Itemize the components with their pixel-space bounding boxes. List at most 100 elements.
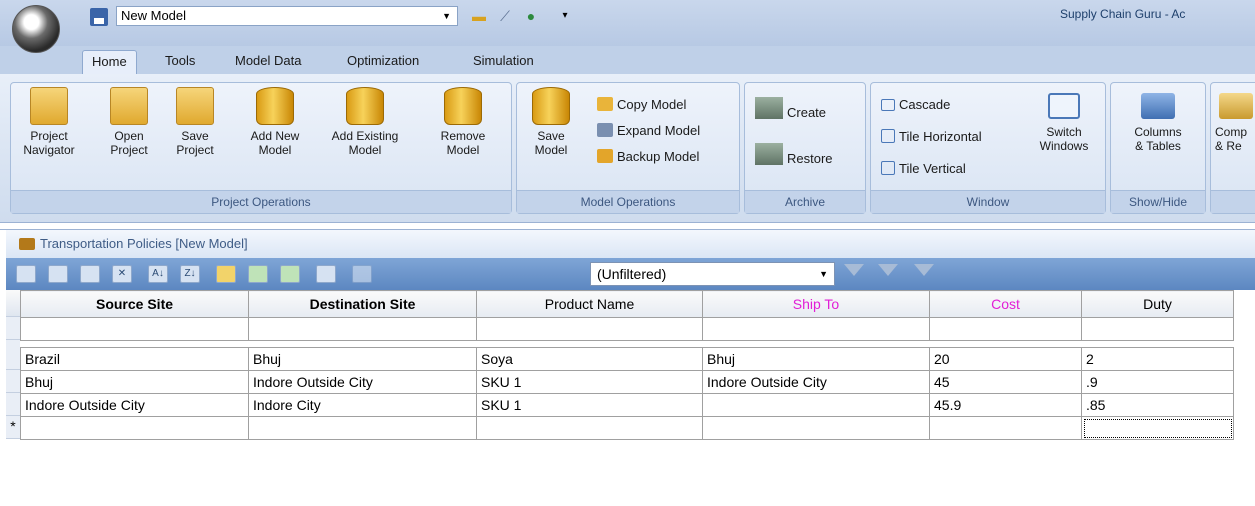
- quick-save-icon[interactable]: [90, 8, 108, 26]
- table-cell[interactable]: Soya: [476, 347, 703, 371]
- header-row: Source Site Destination Site Product Nam…: [20, 290, 1234, 318]
- table-cell[interactable]: 45: [929, 370, 1082, 394]
- calculator-icon[interactable]: [316, 265, 336, 283]
- table-cell[interactable]: SKU 1: [476, 393, 703, 417]
- row-header[interactable]: [6, 347, 20, 370]
- document-title-bar: Transportation Policies [New Model]: [6, 230, 1255, 258]
- table-cell[interactable]: [20, 416, 249, 440]
- append-row-icon[interactable]: [48, 265, 68, 283]
- filter-select[interactable]: (Unfiltered) ▼: [590, 262, 835, 286]
- table-cell[interactable]: [702, 416, 930, 440]
- column-header-source-site[interactable]: Source Site: [20, 290, 249, 318]
- tab-home[interactable]: Home: [82, 50, 137, 74]
- table-cell[interactable]: 20: [929, 347, 1082, 371]
- create-archive-button[interactable]: Create: [755, 97, 826, 121]
- new-row-header[interactable]: *: [6, 416, 20, 439]
- wand-icon[interactable]: ⟋: [496, 7, 514, 25]
- table-cell[interactable]: Bhuj: [702, 347, 930, 371]
- column-settings-icon[interactable]: [352, 265, 372, 283]
- insert-multiple-rows-icon[interactable]: [80, 265, 100, 283]
- globe-icon[interactable]: ●: [522, 7, 540, 25]
- filter-cell[interactable]: [248, 317, 477, 341]
- export-excel-icon[interactable]: [248, 265, 268, 283]
- filter-icon[interactable]: [844, 264, 864, 276]
- backup-model-button[interactable]: Backup Model: [597, 149, 699, 165]
- table-cell[interactable]: 45.9: [929, 393, 1082, 417]
- switch-windows-button[interactable]: Switch Windows: [1031, 93, 1097, 153]
- table-cell[interactable]: [702, 393, 930, 417]
- table-cell[interactable]: 2: [1081, 347, 1234, 371]
- table-cell[interactable]: .9: [1081, 370, 1234, 394]
- table-cell[interactable]: Indore City: [248, 393, 477, 417]
- model-selector[interactable]: New Model ▼: [116, 6, 458, 26]
- switch-windows-icon: [1048, 93, 1080, 119]
- import-excel-icon[interactable]: [280, 265, 300, 283]
- tab-tools[interactable]: Tools: [156, 50, 204, 74]
- table-cell[interactable]: [929, 416, 1082, 440]
- table-cell[interactable]: [248, 416, 477, 440]
- button-label: Save: [537, 129, 565, 143]
- document-title: Transportation Policies [New Model]: [40, 236, 248, 251]
- table-cell[interactable]: Indore Outside City: [248, 370, 477, 394]
- filter-add-icon[interactable]: [878, 264, 898, 276]
- column-header-ship-to[interactable]: Ship To: [702, 290, 930, 318]
- open-project-button[interactable]: Open Project: [101, 87, 157, 157]
- filter-cell[interactable]: [20, 317, 249, 341]
- table-cell[interactable]: Bhuj: [248, 347, 477, 371]
- filter-clear-icon[interactable]: [914, 264, 934, 276]
- filter-cell[interactable]: [1081, 317, 1234, 341]
- row-header[interactable]: [6, 393, 20, 416]
- tab-optimization[interactable]: Optimization: [338, 50, 428, 74]
- filter-select-value: (Unfiltered): [597, 266, 667, 282]
- save-model-button[interactable]: Save Model: [523, 87, 579, 157]
- table-cell[interactable]: Brazil: [20, 347, 249, 371]
- focused-cell[interactable]: [1081, 416, 1234, 440]
- cascade-button[interactable]: Cascade: [881, 97, 950, 113]
- filter-cell[interactable]: [929, 317, 1082, 341]
- table-cell[interactable]: Indore Outside City: [20, 393, 249, 417]
- table-cell[interactable]: .85: [1081, 393, 1234, 417]
- tab-model-data[interactable]: Model Data: [226, 50, 310, 74]
- button-label: Add Existing: [331, 129, 399, 143]
- button-label: Expand Model: [617, 123, 701, 138]
- filter-cell[interactable]: [702, 317, 930, 341]
- table-cell[interactable]: Indore Outside City: [702, 370, 930, 394]
- restore-archive-button[interactable]: Restore: [755, 143, 833, 167]
- backup-model-icon: [597, 149, 613, 163]
- button-label: Comp: [1215, 125, 1248, 139]
- sort-descending-icon[interactable]: Z↓: [180, 265, 200, 283]
- new-row: [20, 416, 1234, 440]
- select-all-corner[interactable]: [6, 290, 20, 317]
- filter-cell[interactable]: [476, 317, 703, 341]
- row-header[interactable]: [6, 370, 20, 393]
- table-cell[interactable]: [476, 416, 703, 440]
- tab-simulation[interactable]: Simulation: [464, 50, 543, 74]
- column-header-cost[interactable]: Cost: [929, 290, 1082, 318]
- tile-vertical-button[interactable]: Tile Vertical: [881, 161, 966, 177]
- columns-tables-button[interactable]: Columns & Tables: [1121, 93, 1195, 153]
- add-existing-model-button[interactable]: Add Existing Model: [325, 87, 405, 157]
- table-cell[interactable]: SKU 1: [476, 370, 703, 394]
- column-header-destination-site[interactable]: Destination Site: [248, 290, 477, 318]
- database-remove-icon: [444, 87, 482, 125]
- column-header-duty[interactable]: Duty: [1081, 290, 1234, 318]
- project-navigator-button[interactable]: Project Navigator: [17, 87, 81, 157]
- sort-ascending-icon[interactable]: A↓: [148, 265, 168, 283]
- delete-row-icon[interactable]: ✕: [112, 265, 132, 283]
- tile-horizontal-button[interactable]: Tile Horizontal: [881, 129, 982, 145]
- edit-table-icon[interactable]: [216, 265, 236, 283]
- compare-icon: [1219, 93, 1253, 119]
- table-cell[interactable]: Bhuj: [20, 370, 249, 394]
- application-menu-button[interactable]: [12, 5, 60, 53]
- compare-button[interactable]: Comp & Re: [1215, 93, 1255, 153]
- expand-model-button[interactable]: Expand Model: [597, 123, 700, 139]
- remove-model-button[interactable]: Remove Model: [431, 87, 495, 157]
- ribbon: Project Navigator Open Project Save Proj…: [0, 74, 1255, 223]
- insert-row-icon[interactable]: [16, 265, 36, 283]
- save-project-button[interactable]: Save Project: [167, 87, 223, 157]
- column-header-product-name[interactable]: Product Name: [476, 290, 703, 318]
- folder-icon[interactable]: ▬: [470, 7, 488, 25]
- add-new-model-button[interactable]: Add New Model: [243, 87, 307, 157]
- copy-model-button[interactable]: Copy Model: [597, 97, 686, 113]
- customize-toolbar-icon[interactable]: ▾: [556, 7, 574, 25]
